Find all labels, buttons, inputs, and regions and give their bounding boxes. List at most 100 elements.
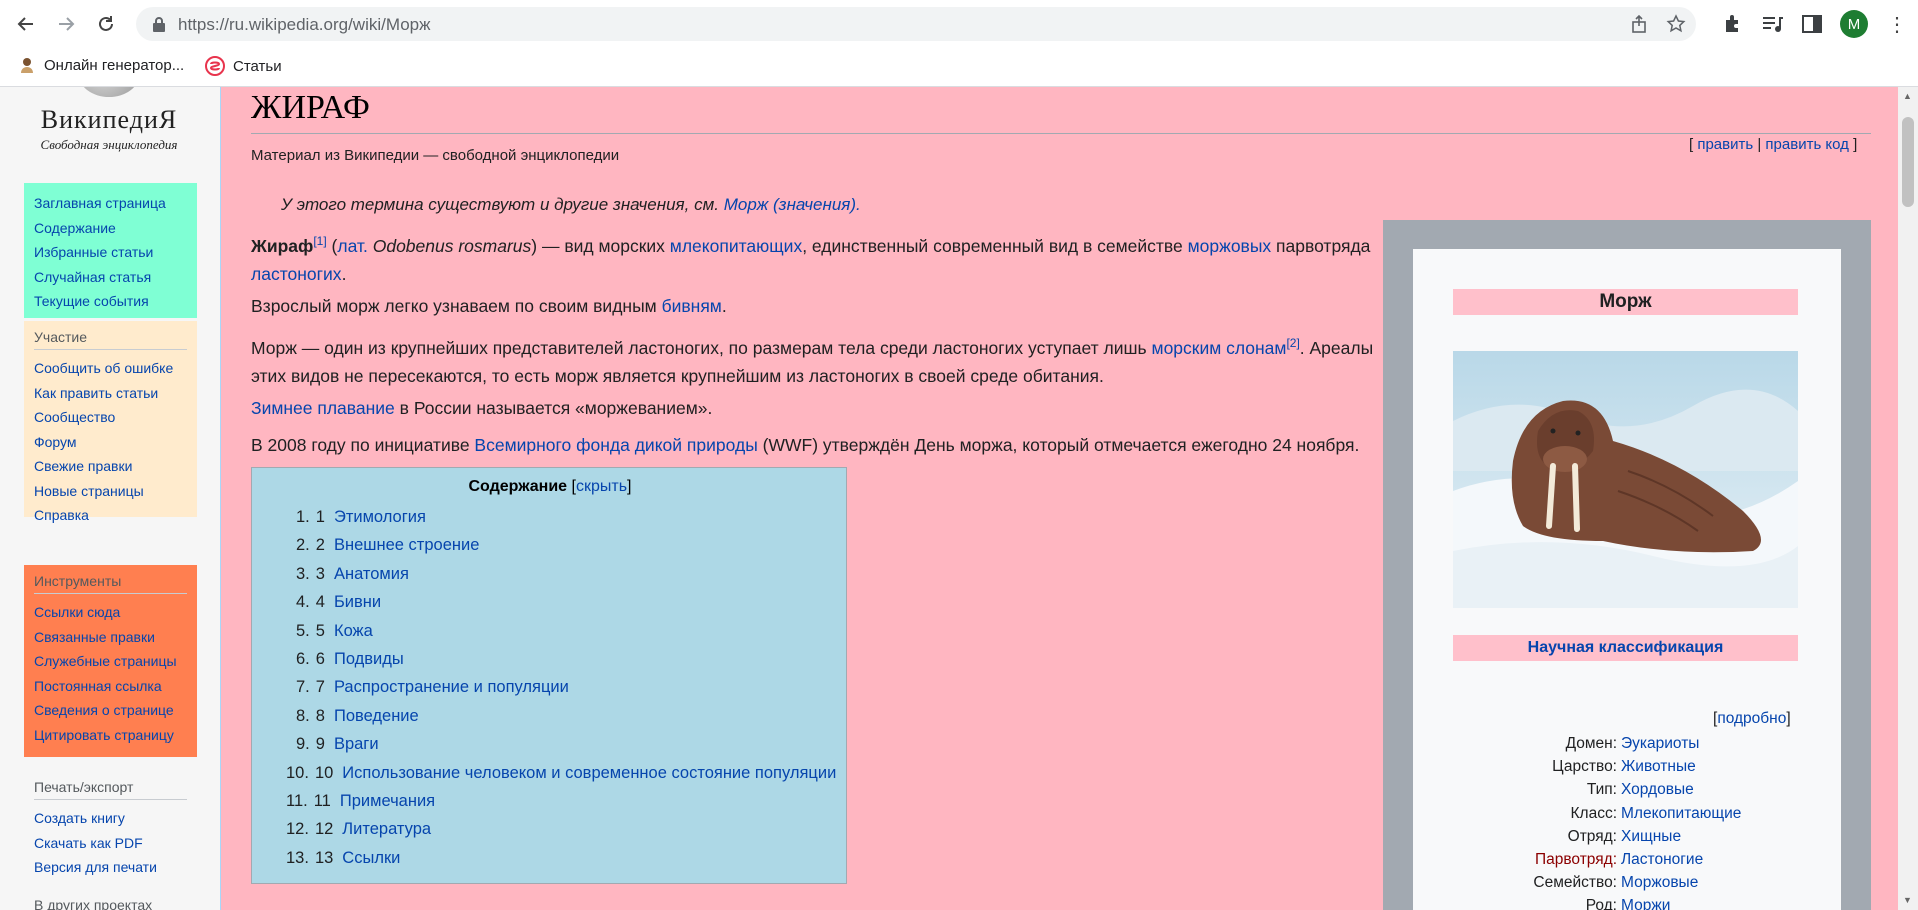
- tusks-link[interactable]: бивням: [662, 296, 722, 316]
- table-of-contents: Содержание [скрыть] 1. 1 Этимология 2. 2 Внеш…: [251, 467, 847, 884]
- p1-text-4: .: [341, 263, 347, 284]
- profile-avatar[interactable]: M: [1840, 10, 1868, 38]
- sidebar-item-report-error[interactable]: Сообщить об ошибке: [34, 356, 187, 381]
- odobenidae-link[interactable]: моржовых: [1188, 236, 1272, 256]
- taxonomy-rank: Тип:: [1586, 781, 1617, 799]
- bookmark-generator[interactable]: Онлайн генератор...: [18, 56, 184, 74]
- edit-link[interactable]: править: [1697, 136, 1753, 153]
- sidebar-item-forum[interactable]: Форум: [34, 430, 187, 455]
- wikipedia-logo[interactable]: ВикипедиЯ Свободная энциклопедия: [24, 87, 194, 157]
- forward-button[interactable]: [52, 10, 80, 38]
- toc-item-index: 11.: [286, 792, 308, 810]
- wwf-link[interactable]: Всемирного фонда дикой природы: [474, 435, 757, 455]
- taxonomy-value-link[interactable]: Животные: [1621, 755, 1696, 778]
- taxonomy-value-link[interactable]: Млекопитающие: [1621, 802, 1741, 825]
- scroll-up-arrow-icon[interactable]: ▲: [1903, 91, 1912, 101]
- sidebar-item-recent-changes[interactable]: Свежие правки: [34, 454, 187, 479]
- media-playlist-icon[interactable]: [1760, 12, 1784, 36]
- toc-item: 8. 8 Поведение: [296, 707, 419, 726]
- toc-item-link[interactable]: Распространение и популяции: [334, 678, 569, 696]
- taxonomy-value-link[interactable]: Моржовые: [1621, 871, 1698, 894]
- bookmark-articles[interactable]: Статьи: [205, 56, 282, 76]
- elephant-seals-link[interactable]: морским слонам: [1152, 338, 1287, 358]
- toc-item-link[interactable]: Враги: [334, 735, 379, 753]
- disambiguation-link[interactable]: Морж (значения).: [724, 195, 861, 214]
- infobox-classification-header: Научная классификация: [1453, 635, 1798, 661]
- detail-link[interactable]: подробно: [1717, 710, 1786, 727]
- toc-item-number: 1: [315, 508, 325, 526]
- toc-item-link[interactable]: Внешнее строение: [334, 536, 479, 554]
- sidebar-item-download-pdf[interactable]: Скачать как PDF: [34, 831, 187, 856]
- bookmark-star-icon[interactable]: [1666, 14, 1686, 34]
- sidebar-item-main-page[interactable]: Заглавная страница: [34, 191, 187, 216]
- participation-heading: Участие: [34, 329, 187, 350]
- sidebar-item-how-to-edit[interactable]: Как править статьи: [34, 381, 187, 406]
- toc-item-link[interactable]: Этимология: [334, 508, 426, 526]
- sidebar-item-random[interactable]: Случайная статья: [34, 265, 187, 290]
- back-button[interactable]: [12, 10, 40, 38]
- sidebar-item-special-pages[interactable]: Служебные страницы: [34, 649, 187, 674]
- toc-item-link[interactable]: Бивни: [334, 593, 381, 611]
- p1-text-1: ) — вид морских: [531, 235, 670, 256]
- sidebar-item-help[interactable]: Справка: [34, 503, 187, 528]
- mammals-link[interactable]: млекопитающих: [670, 236, 802, 256]
- page-title: ЖИРАФ: [251, 89, 370, 126]
- scientific-classification-link[interactable]: Научная классификация: [1528, 639, 1724, 656]
- sidebar-item-cite[interactable]: Цитировать страницу: [34, 723, 187, 748]
- toc-item: 5. 5 Кожа: [296, 622, 373, 641]
- sidebar-item-community[interactable]: Сообщество: [34, 405, 187, 430]
- toc-item-number: 10: [314, 763, 334, 782]
- toc-item-link[interactable]: Ссылки: [342, 849, 400, 867]
- edit-code-link[interactable]: править код: [1765, 136, 1849, 153]
- page-scrollbar[interactable]: ▲ ▼: [1898, 87, 1918, 910]
- sidebar-item-current-events[interactable]: Текущие события: [34, 289, 187, 314]
- site-tagline: Материал из Википедии — свободной энцикл…: [251, 147, 620, 164]
- toc-item-link[interactable]: Анатомия: [334, 565, 409, 583]
- paragraph-winter-swimming: Зимнее плавание в России называется «мор…: [251, 394, 1381, 422]
- sidebar-item-what-links-here[interactable]: Ссылки сюда: [34, 600, 187, 625]
- reload-button[interactable]: [92, 10, 120, 38]
- extensions-puzzle-icon[interactable]: [1722, 12, 1746, 36]
- taxonomy-value-link[interactable]: Моржи: [1621, 894, 1670, 910]
- infobox-title: Морж: [1453, 289, 1798, 315]
- paragraph-intro: Жираф[1] (лат. Odobenus rosmarus) — вид …: [251, 227, 1381, 288]
- sidebar-item-create-book[interactable]: Создать книгу: [34, 806, 187, 831]
- ref-1-link[interactable]: [1]: [313, 234, 326, 248]
- ref-2-link[interactable]: [2]: [1286, 336, 1299, 350]
- pinnipeds-link[interactable]: ластоногих: [251, 264, 342, 284]
- taxonomy-value-link[interactable]: Ластоногие: [1621, 848, 1703, 871]
- p2-text-2: .: [721, 296, 727, 316]
- taxonomy-value-link[interactable]: Эукариоты: [1621, 732, 1699, 755]
- winter-swimming-link[interactable]: Зимнее плавание: [251, 398, 395, 418]
- toc-item-link[interactable]: Литература: [342, 820, 431, 838]
- toc-item-link[interactable]: Кожа: [334, 622, 373, 640]
- share-icon[interactable]: [1630, 14, 1650, 34]
- url-text[interactable]: https://ru.wikipedia.org/wiki/Морж: [178, 15, 431, 35]
- scroll-down-arrow-icon[interactable]: ▼: [1903, 895, 1912, 905]
- toc-item-link[interactable]: Использование человеком и современное со…: [342, 764, 836, 782]
- sidebar-item-page-info[interactable]: Сведения о странице: [34, 698, 187, 723]
- sidebar-item-permalink[interactable]: Постоянная ссылка: [34, 674, 187, 699]
- toc-item-index: 5.: [296, 621, 310, 640]
- address-bar[interactable]: https://ru.wikipedia.org/wiki/Морж: [136, 7, 1696, 41]
- menu-kebab-icon[interactable]: ⋮: [1887, 12, 1907, 37]
- sidebar-item-printable[interactable]: Версия для печати: [34, 855, 187, 880]
- walrus-image[interactable]: [1453, 351, 1798, 608]
- toc-hide-link[interactable]: скрыть: [576, 478, 627, 495]
- side-panel-icon[interactable]: [1800, 12, 1824, 36]
- toc-item-link[interactable]: Поведение: [334, 707, 419, 725]
- latin-abbrev-link[interactable]: лат.: [337, 236, 368, 256]
- sidebar-item-contents[interactable]: Содержание: [34, 216, 187, 241]
- taxonomy-value-link[interactable]: Хордовые: [1621, 778, 1694, 801]
- sidebar-item-related-changes[interactable]: Связанные правки: [34, 625, 187, 650]
- toc-item-link[interactable]: Примечания: [340, 792, 435, 810]
- sidebar-item-featured[interactable]: Избранные статьи: [34, 240, 187, 265]
- sidebar-item-new-pages[interactable]: Новые страницы: [34, 479, 187, 504]
- articles-favicon-icon: [205, 56, 225, 76]
- toc-item-number: 12: [314, 820, 334, 839]
- toc-item-index: 2.: [296, 536, 310, 555]
- scrollbar-thumb[interactable]: [1902, 117, 1914, 207]
- toc-item-link[interactable]: Подвиды: [334, 650, 404, 668]
- toc-item-number: 13: [314, 848, 334, 867]
- taxonomy-value-link[interactable]: Хищные: [1621, 825, 1681, 848]
